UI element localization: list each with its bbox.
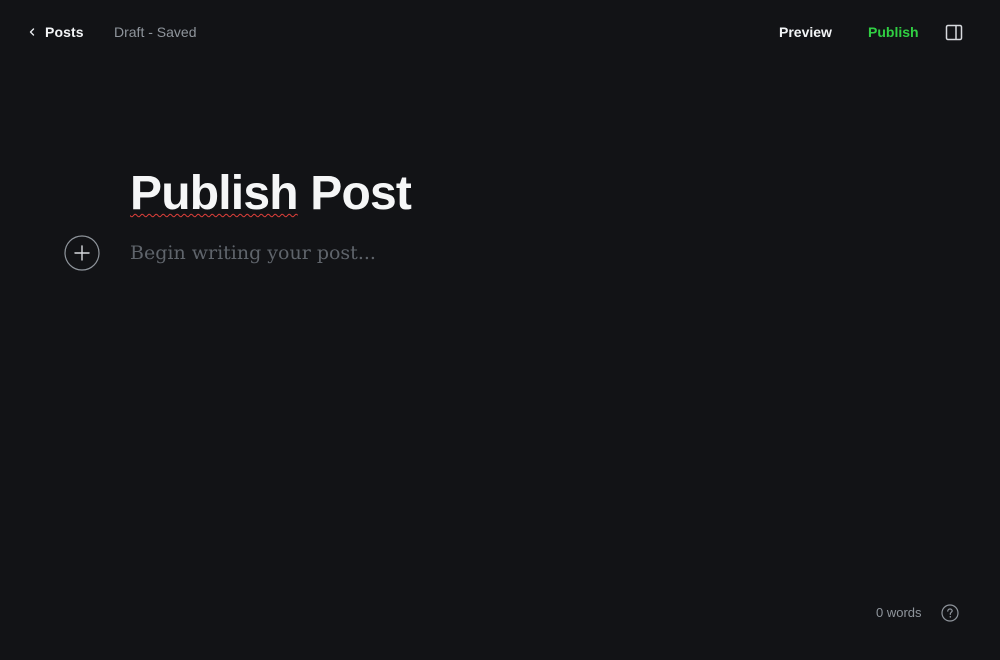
preview-button[interactable]: Preview <box>779 24 832 40</box>
post-title-misspelled-word: Publish <box>130 167 299 220</box>
back-to-posts-link[interactable]: Posts <box>28 22 84 42</box>
question-circle-icon <box>941 604 959 622</box>
publish-button[interactable]: Publish <box>868 24 919 40</box>
save-status: Draft - Saved <box>114 24 197 40</box>
help-button[interactable] <box>941 604 959 622</box>
post-title[interactable]: Publish Post <box>130 166 412 222</box>
sidebar-toggle-button[interactable] <box>945 24 963 41</box>
add-card-button[interactable] <box>64 235 100 271</box>
chevron-left-icon <box>29 28 35 36</box>
post-body-editor[interactable]: Begin writing your post... <box>130 240 376 266</box>
post-title-rest: Post <box>297 167 412 220</box>
editor-header: Posts Draft - Saved Preview Publish <box>0 0 1000 64</box>
sidebar-toggle-icon <box>945 24 963 41</box>
back-link-label: Posts <box>45 24 84 40</box>
plus-circle-icon <box>64 235 100 271</box>
word-count: 0 words <box>876 605 922 620</box>
